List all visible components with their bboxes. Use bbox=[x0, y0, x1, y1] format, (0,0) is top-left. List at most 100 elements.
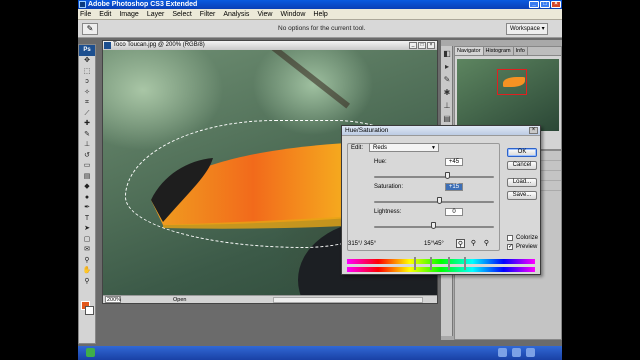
menu-bar: File Edit Image Layer Select Filter Anal… bbox=[78, 9, 562, 20]
ok-button[interactable]: OK bbox=[507, 148, 537, 157]
range-marker-inner-left[interactable] bbox=[430, 257, 432, 270]
menu-help[interactable]: Help bbox=[313, 11, 327, 18]
horizontal-scrollbar[interactable] bbox=[273, 297, 423, 303]
menu-analysis[interactable]: Analysis bbox=[223, 11, 249, 18]
path-selection-tool-icon[interactable]: ➤ bbox=[79, 224, 95, 235]
eyedropper-tool-icon[interactable]: ⚲ bbox=[79, 256, 95, 267]
history-brush-tool-icon[interactable]: ↺ bbox=[79, 151, 95, 162]
tab-navigator[interactable]: Navigator bbox=[455, 47, 484, 55]
document-title: Toco Toucan.jpg @ 200% (RGB/8) bbox=[113, 42, 205, 48]
background-color-swatch[interactable] bbox=[85, 306, 94, 315]
preview-checkbox[interactable]: ✓ bbox=[507, 244, 513, 250]
document-minimize-button[interactable]: _ bbox=[409, 42, 417, 49]
shape-tool-icon[interactable]: ▢ bbox=[79, 235, 95, 246]
tool-presets-panel-icon[interactable]: ✎ bbox=[442, 75, 452, 85]
output-color-bar[interactable] bbox=[347, 267, 535, 272]
lightness-slider-thumb[interactable] bbox=[431, 222, 436, 229]
adjustment-group bbox=[347, 143, 500, 251]
navigator-tab-strip: Navigator Histogram Info bbox=[455, 47, 561, 56]
edit-channel-select[interactable]: Reds ▼ bbox=[369, 143, 439, 152]
move-tool-icon[interactable]: ✥ bbox=[79, 56, 95, 67]
eyedropper-minus-icon[interactable]: ⚲ bbox=[482, 239, 491, 248]
actions-panel-icon[interactable]: ▸ bbox=[442, 62, 452, 72]
input-color-bar bbox=[347, 259, 535, 264]
hue-slider-track[interactable] bbox=[374, 176, 494, 178]
menu-image[interactable]: Image bbox=[119, 11, 138, 18]
saturation-label: Saturation: bbox=[374, 184, 404, 190]
tab-info[interactable]: Info bbox=[514, 47, 528, 55]
range-marker-left[interactable] bbox=[414, 257, 416, 270]
chevron-down-icon: ▼ bbox=[431, 145, 436, 151]
dodge-tool-icon[interactable]: ● bbox=[79, 193, 95, 204]
brushes-panel-icon[interactable]: ✱ bbox=[442, 88, 452, 98]
save-button[interactable]: Save... bbox=[507, 191, 537, 200]
document-maximize-button[interactable]: □ bbox=[418, 42, 426, 49]
magic-wand-tool-icon[interactable]: ✧ bbox=[79, 88, 95, 99]
colorize-checkbox[interactable] bbox=[507, 235, 513, 241]
document-status-text: Open bbox=[173, 297, 187, 303]
document-controls: _ □ × bbox=[409, 42, 435, 49]
tray-icon[interactable] bbox=[512, 348, 521, 357]
document-title-bar: Toco Toucan.jpg @ 200% (RGB/8) _ □ × bbox=[103, 41, 437, 50]
saturation-slider-track[interactable] bbox=[374, 201, 494, 203]
cancel-button[interactable]: Cancel bbox=[507, 161, 537, 170]
menu-file[interactable]: File bbox=[80, 11, 91, 18]
options-message: No options for the current tool. bbox=[278, 25, 366, 32]
range-marker-right[interactable] bbox=[464, 257, 466, 270]
saturation-slider-thumb[interactable] bbox=[437, 197, 442, 204]
hand-tool-icon[interactable]: ✋ bbox=[79, 266, 95, 277]
brush-tool-icon[interactable]: ✎ bbox=[79, 130, 95, 141]
window-title: Adobe Photoshop CS3 Extended bbox=[88, 1, 198, 8]
blur-tool-icon[interactable]: ◆ bbox=[79, 182, 95, 193]
photoshop-app-icon bbox=[79, 1, 86, 8]
tray-icon[interactable] bbox=[498, 348, 507, 357]
range-marker-inner-right[interactable] bbox=[448, 257, 450, 270]
tray-icon[interactable] bbox=[526, 348, 535, 357]
hue-input[interactable]: +45 bbox=[445, 158, 463, 166]
menu-edit[interactable]: Edit bbox=[99, 11, 111, 18]
close-button[interactable]: × bbox=[551, 1, 561, 8]
menu-filter[interactable]: Filter bbox=[200, 11, 216, 18]
zoom-tool-icon[interactable]: ⚲ bbox=[79, 277, 95, 288]
saturation-input[interactable]: +15 bbox=[445, 183, 463, 191]
eraser-tool-icon[interactable]: ▭ bbox=[79, 161, 95, 172]
clone-source-panel-icon[interactable]: ⊥ bbox=[442, 101, 452, 111]
colorize-label: Colorize bbox=[516, 235, 539, 241]
dialog-title: Hue/Saturation bbox=[345, 127, 389, 134]
marquee-tool-icon[interactable]: ⬚ bbox=[79, 67, 95, 78]
notes-tool-icon[interactable]: ✉ bbox=[79, 245, 95, 256]
clone-stamp-tool-icon[interactable]: ⊥ bbox=[79, 140, 95, 151]
minimize-button[interactable]: _ bbox=[529, 1, 539, 8]
gradient-tool-icon[interactable]: ▤ bbox=[79, 172, 95, 183]
history-panel-icon[interactable]: ◧ bbox=[442, 49, 452, 59]
lightness-label: Lightness: bbox=[374, 209, 402, 215]
menu-select[interactable]: Select bbox=[172, 11, 191, 18]
start-button-icon[interactable] bbox=[86, 348, 95, 357]
workspace-menu[interactable]: Workspace ▾ bbox=[506, 23, 548, 35]
lightness-input[interactable]: 0 bbox=[445, 208, 463, 216]
navigator-view-box[interactable] bbox=[497, 69, 527, 95]
type-tool-icon[interactable]: T bbox=[79, 214, 95, 225]
window-controls: _ □ × bbox=[529, 1, 561, 8]
layer-comps-panel-icon[interactable]: ▤ bbox=[442, 114, 452, 124]
load-button[interactable]: Load... bbox=[507, 178, 537, 187]
tool-preset-picker[interactable]: ✎ bbox=[82, 23, 98, 35]
tab-histogram[interactable]: Histogram bbox=[484, 47, 514, 55]
lasso-tool-icon[interactable]: ↄ bbox=[79, 77, 95, 88]
slice-tool-icon[interactable]: ⟋ bbox=[79, 109, 95, 120]
document-close-button[interactable]: × bbox=[427, 42, 435, 49]
maximize-button[interactable]: □ bbox=[540, 1, 550, 8]
menu-view[interactable]: View bbox=[257, 11, 272, 18]
dialog-close-button[interactable]: × bbox=[529, 127, 538, 134]
navigator-thumbnail[interactable] bbox=[457, 59, 559, 131]
range-right-text: 15°\45° bbox=[424, 241, 444, 247]
menu-layer[interactable]: Layer bbox=[147, 11, 165, 18]
ps-logo: Ps bbox=[79, 45, 95, 56]
pen-tool-icon[interactable]: ✒ bbox=[79, 203, 95, 214]
menu-window[interactable]: Window bbox=[280, 11, 305, 18]
crop-tool-icon[interactable]: ⌗ bbox=[79, 98, 95, 109]
zoom-level[interactable]: 200% bbox=[105, 296, 121, 303]
eyedropper-plus-icon[interactable]: ⚲ bbox=[469, 239, 478, 248]
healing-brush-tool-icon[interactable]: ✚ bbox=[79, 119, 95, 130]
eyedropper-icon[interactable]: ⚲ bbox=[456, 239, 465, 248]
